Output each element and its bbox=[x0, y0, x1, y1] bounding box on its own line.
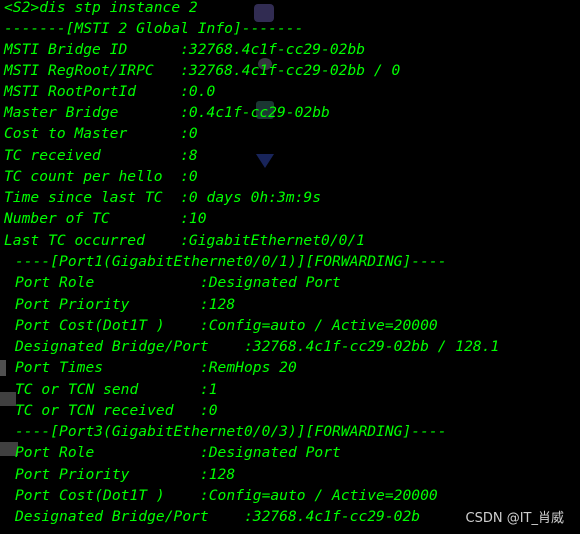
msti-rootportid-line: MSTI RootPortId :0.0 bbox=[4, 83, 216, 100]
port3-designated-bridge-line: Designated Bridge/Port :32768.4c1f-cc29-… bbox=[15, 508, 421, 525]
master-bridge-line: Master Bridge :0.4c1f-cc29-02bb bbox=[4, 104, 330, 121]
number-of-tc-line: Number of TC :10 bbox=[4, 210, 207, 227]
tc-received-line: TC received :8 bbox=[4, 147, 198, 164]
artifact-icon bbox=[256, 154, 274, 168]
port1-header: ----[Port1(GigabitEthernet0/0/1)][FORWAR… bbox=[15, 253, 447, 270]
port3-priority-line: Port Priority :128 bbox=[15, 466, 236, 483]
msti-regroot-line: MSTI RegRoot/IRPC :32768.4c1f-cc29-02bb … bbox=[4, 62, 401, 79]
port3-header: ----[Port3(GigabitEthernet0/0/3)][FORWAR… bbox=[15, 423, 447, 440]
port1-cost-line: Port Cost(Dot1T ) :Config=auto / Active=… bbox=[15, 317, 438, 334]
command-line: <S2>dis stp instance 2 bbox=[4, 0, 198, 16]
port1-designated-bridge-line: Designated Bridge/Port :32768.4c1f-cc29-… bbox=[15, 338, 500, 355]
cost-to-master-line: Cost to Master :0 bbox=[4, 125, 198, 142]
tc-count-per-hello-line: TC count per hello :0 bbox=[4, 168, 198, 185]
port1-tc-send-line: TC or TCN send :1 bbox=[15, 381, 218, 398]
port3-role-line: Port Role :Designated Port bbox=[15, 444, 341, 461]
msti-bridge-id-line: MSTI Bridge ID :32768.4c1f-cc29-02bb bbox=[4, 41, 366, 58]
port1-role-line: Port Role :Designated Port bbox=[15, 274, 341, 291]
watermark: CSDN @IT_肖威 bbox=[465, 511, 564, 526]
last-tc-occurred-line: Last TC occurred :GigabitEthernet0/0/1 bbox=[4, 232, 366, 249]
port3-cost-line: Port Cost(Dot1T ) :Config=auto / Active=… bbox=[15, 487, 438, 504]
artifact-char bbox=[0, 392, 16, 406]
port1-tc-received-line: TC or TCN received :0 bbox=[15, 402, 218, 419]
artifact-char bbox=[0, 360, 6, 376]
terminal-window[interactable]: <S2>dis stp instance 2 -------[MSTI 2 Gl… bbox=[0, 0, 580, 534]
time-since-last-tc-line: Time since last TC :0 days 0h:3m:9s bbox=[4, 189, 322, 206]
port1-priority-line: Port Priority :128 bbox=[15, 296, 236, 313]
port1-times-line: Port Times :RemHops 20 bbox=[15, 359, 297, 376]
msti-global-header: -------[MSTI 2 Global Info]------- bbox=[4, 20, 304, 37]
